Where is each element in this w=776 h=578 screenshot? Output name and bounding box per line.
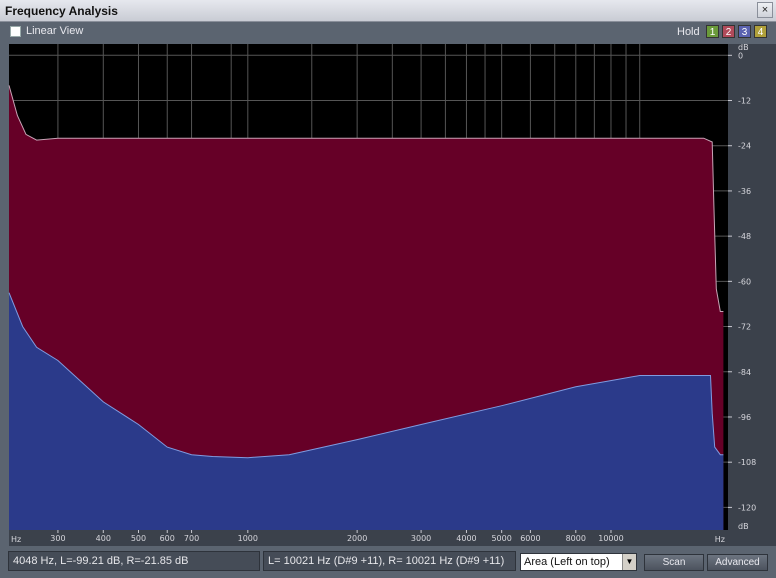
frequency-plot[interactable]: 300 400 500 600 700 1000 2000 3000 4000 5000 6000 8… xyxy=(0,44,776,546)
x-tick-label: 8000 xyxy=(566,534,586,543)
y-unit-bottom: dB xyxy=(738,522,749,531)
peak-readout: L= 10021 Hz (D#9 +11), R= 10021 Hz (D#9 … xyxy=(263,551,516,571)
hold-button-1[interactable]: 1 xyxy=(706,25,719,38)
y-tick-label: -96 xyxy=(738,413,751,422)
scan-button[interactable]: Scan xyxy=(644,554,704,571)
x-unit-right: Hz xyxy=(715,535,725,544)
y-tick-label: -12 xyxy=(738,97,751,106)
linear-view-label: Linear View xyxy=(26,25,84,37)
x-tick-label: 400 xyxy=(96,534,111,543)
chevron-down-icon[interactable]: ▼ xyxy=(622,554,636,570)
hold-button-2[interactable]: 2 xyxy=(722,25,735,38)
y-tick-label: -48 xyxy=(738,232,751,241)
window-title: Frequency Analysis xyxy=(5,4,118,18)
title-bar: Frequency Analysis × xyxy=(0,0,776,22)
x-axis: 300 400 500 600 700 1000 2000 3000 4000 5000 6000 8… xyxy=(9,530,728,546)
x-unit-left: Hz xyxy=(11,535,21,544)
hold-button-4[interactable]: 4 xyxy=(754,25,767,38)
close-icon[interactable]: × xyxy=(757,2,773,18)
x-tick-label: 300 xyxy=(50,534,65,543)
x-tick-label: 3000 xyxy=(411,534,431,543)
x-tick-label: 700 xyxy=(184,534,199,543)
x-tick-label: 2000 xyxy=(347,534,367,543)
y-tick-label: -84 xyxy=(738,368,751,377)
y-tick-label: -108 xyxy=(738,458,756,467)
y-tick-label: -72 xyxy=(738,323,751,332)
hold-label: Hold xyxy=(677,26,700,38)
x-tick-label: 600 xyxy=(160,534,175,543)
y-axis-band xyxy=(728,44,776,546)
advanced-button[interactable]: Advanced xyxy=(707,554,768,571)
y-tick-label: 0 xyxy=(738,51,743,60)
y-unit-top: dB xyxy=(738,44,749,52)
y-tick-label: -24 xyxy=(738,142,751,151)
display-mode-select[interactable]: Area (Left on top) ▼ xyxy=(520,553,637,571)
x-tick-label: 6000 xyxy=(520,534,540,543)
y-tick-label: -36 xyxy=(738,187,751,196)
y-axis: 0 -12 -24 -36 -48 -60 -72 -84 -96 -108 -120 dB dB xyxy=(728,44,776,546)
x-tick-label: 4000 xyxy=(456,534,476,543)
y-tick-label: -120 xyxy=(738,503,756,512)
linear-view-checkbox[interactable] xyxy=(10,26,21,37)
x-tick-label: 5000 xyxy=(491,534,511,543)
x-tick-label: 10000 xyxy=(598,534,623,543)
toolbar xyxy=(0,22,776,44)
x-tick-label: 500 xyxy=(131,534,146,543)
spectrum-areas xyxy=(8,85,724,531)
display-mode-value: Area (Left on top) xyxy=(524,556,610,568)
x-tick-label: 1000 xyxy=(238,534,258,543)
hold-button-3[interactable]: 3 xyxy=(738,25,751,38)
cursor-readout: 4048 Hz, L=-99.21 dB, R=-21.85 dB xyxy=(8,551,260,571)
y-tick-label: -60 xyxy=(738,277,751,286)
